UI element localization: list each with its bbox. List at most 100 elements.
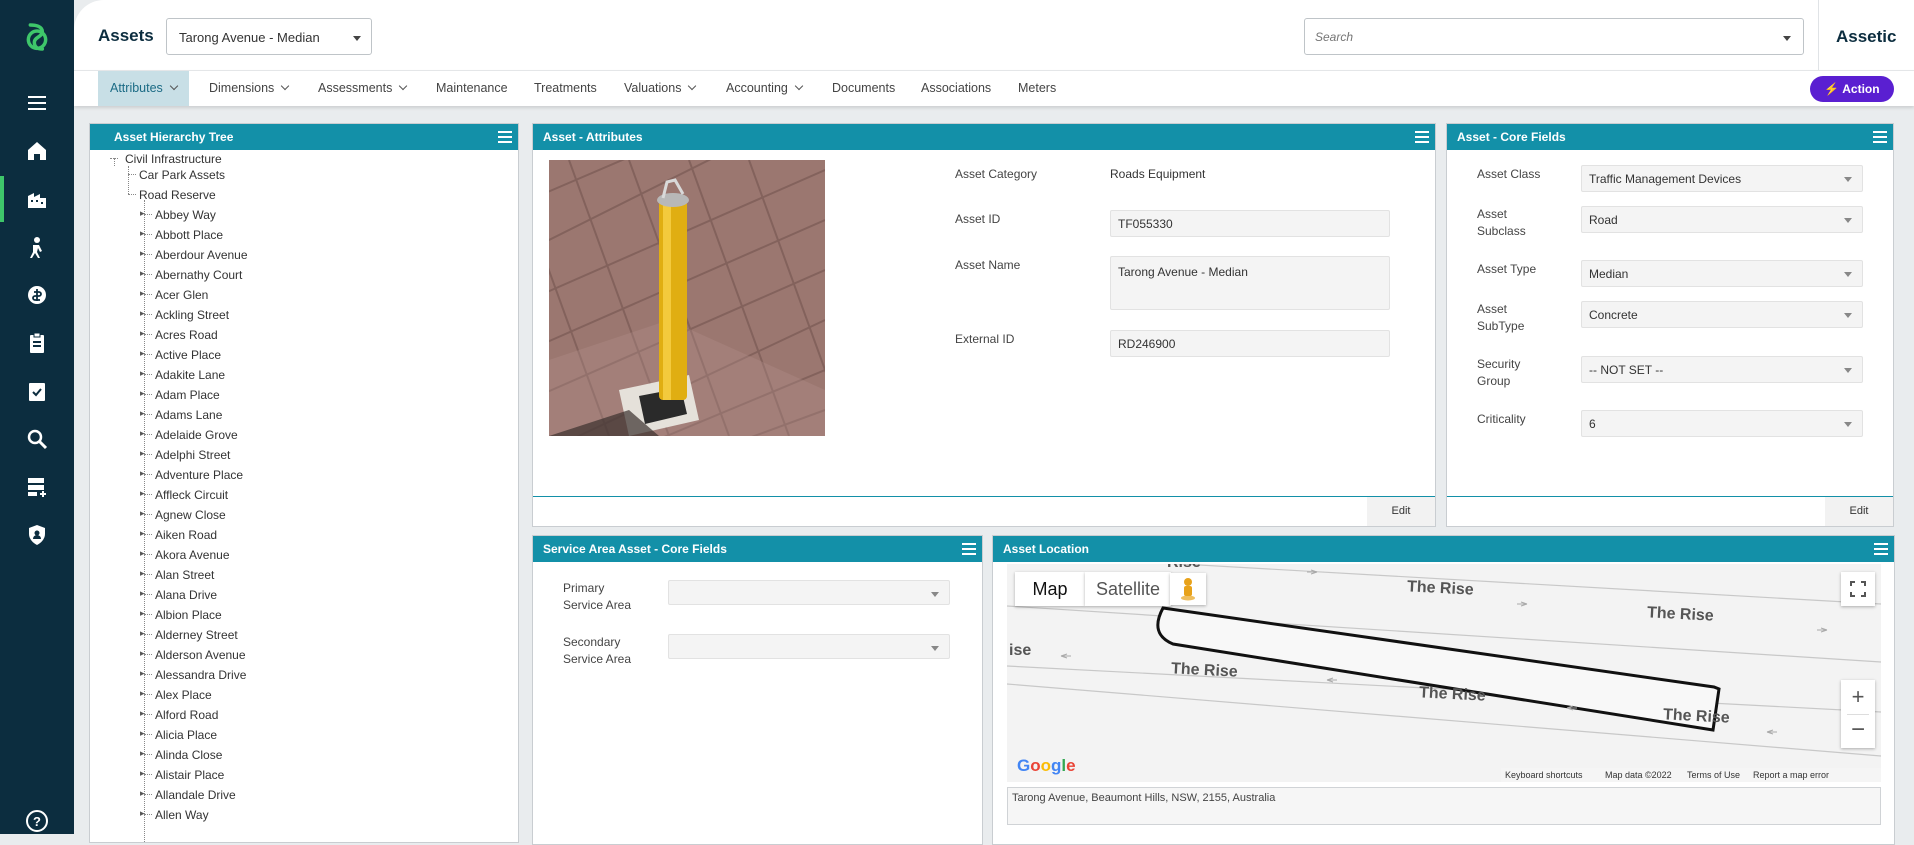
search-input[interactable] [1315, 28, 1755, 46]
clipboard-icon[interactable] [20, 326, 54, 360]
expand-icon[interactable]: ▸ [140, 768, 145, 779]
tree-node-road[interactable]: Adams Lane [155, 408, 222, 422]
primary-service-area-select[interactable] [668, 580, 950, 605]
edit-button[interactable]: Edit [1367, 497, 1435, 526]
menu-icon[interactable] [20, 86, 54, 120]
task-icon[interactable] [20, 374, 54, 408]
tree-node-road[interactable]: Abbey Way [155, 208, 216, 222]
hamburger-menu-icon[interactable] [1874, 543, 1888, 555]
tab-treatments[interactable]: Treatments [534, 71, 597, 106]
map-view[interactable]: The Rise The Rise The Rise The Rise The … [1007, 564, 1881, 782]
address-field[interactable]: Tarong Avenue, Beaumont Hills, NSW, 2155… [1007, 787, 1881, 825]
tree-node-road[interactable]: Alessandra Drive [155, 668, 246, 682]
expand-icon[interactable]: ▸ [140, 608, 145, 619]
tree-node-road[interactable]: Alicia Place [155, 728, 217, 742]
asset-type-select[interactable]: Median [1581, 260, 1863, 287]
map-type-map-button[interactable]: Map [1015, 572, 1085, 606]
action-button[interactable]: ⚡ Action [1810, 76, 1894, 102]
asset-subtype-select[interactable]: Concrete [1581, 301, 1863, 328]
assetic-logo-icon[interactable] [20, 20, 54, 54]
tree-node-road[interactable]: Adam Place [155, 388, 220, 402]
tab-valuations[interactable]: Valuations [624, 71, 697, 106]
tree-node-road[interactable]: Aberdour Avenue [155, 248, 248, 262]
expand-icon[interactable]: ▸ [140, 408, 145, 419]
tree-node-root[interactable]: Civil Infrastructure [125, 152, 222, 166]
tree-node-road[interactable]: Alinda Close [155, 748, 222, 762]
expand-icon[interactable]: ▸ [140, 808, 145, 819]
expand-icon[interactable]: ▸ [140, 528, 145, 539]
tree-node-road[interactable]: Abbott Place [155, 228, 223, 242]
expand-icon[interactable]: ▸ [140, 728, 145, 739]
hamburger-menu-icon[interactable] [498, 131, 512, 143]
worker-icon[interactable] [20, 230, 54, 264]
tab-dimensions[interactable]: Dimensions [209, 71, 290, 106]
zoom-in-icon[interactable]: + [1841, 680, 1875, 714]
asset-selector[interactable]: Tarong Avenue - Median [166, 18, 372, 55]
report-error-link[interactable]: Report a map error [1753, 770, 1829, 780]
secondary-service-area-select[interactable] [668, 634, 950, 659]
tree-node-road[interactable]: Akora Avenue [155, 548, 230, 562]
tree-node-road[interactable]: Adelaide Grove [155, 428, 238, 442]
tree-node-road[interactable]: Alana Drive [155, 588, 217, 602]
tree-node-road[interactable]: Alistair Place [155, 768, 224, 782]
hamburger-menu-icon[interactable] [1415, 131, 1429, 143]
edit-button[interactable]: Edit [1825, 497, 1893, 526]
map-type-satellite-button[interactable]: Satellite [1085, 572, 1171, 606]
expand-icon[interactable]: ▸ [140, 208, 145, 219]
expand-icon[interactable]: ▸ [140, 708, 145, 719]
tree-node-road[interactable]: Affleck Circuit [155, 488, 228, 502]
tab-attributes[interactable]: Attributes [98, 71, 189, 106]
tree-node-road[interactable]: Adventure Place [155, 468, 243, 482]
tab-meters[interactable]: Meters [1018, 71, 1056, 106]
pegman-icon[interactable] [1170, 573, 1206, 605]
tree-node-road[interactable]: Ackling Street [155, 308, 229, 322]
expand-icon[interactable]: ▸ [140, 328, 145, 339]
expand-icon[interactable]: ▸ [140, 488, 145, 499]
expand-icon[interactable]: ▸ [140, 548, 145, 559]
building-icon[interactable] [20, 182, 54, 216]
keyboard-shortcuts-link[interactable]: Keyboard shortcuts [1505, 770, 1583, 780]
expand-icon[interactable]: ▸ [140, 348, 145, 359]
tab-assessments[interactable]: Assessments [318, 71, 408, 106]
search-icon[interactable] [20, 422, 54, 456]
expand-icon[interactable]: ▸ [140, 228, 145, 239]
tab-accounting[interactable]: Accounting [726, 71, 804, 106]
expand-icon[interactable]: ▸ [140, 508, 145, 519]
tree-node-road[interactable]: Acres Road [155, 328, 218, 342]
expand-icon[interactable]: ▸ [140, 268, 145, 279]
hamburger-menu-icon[interactable] [962, 543, 976, 555]
expand-icon[interactable]: ▸ [140, 428, 145, 439]
expand-icon[interactable]: ▸ [140, 748, 145, 759]
terms-link[interactable]: Terms of Use [1687, 770, 1740, 780]
expand-icon[interactable]: ▸ [140, 308, 145, 319]
tree-node-road[interactable]: Aiken Road [155, 528, 217, 542]
asset-subclass-select[interactable]: Road [1581, 206, 1863, 233]
tree-node-road[interactable]: Abernathy Court [155, 268, 242, 282]
help-icon[interactable]: ? [20, 804, 54, 838]
chevron-down-icon[interactable] [1783, 36, 1791, 41]
tree-node-road[interactable]: Acer Glen [155, 288, 208, 302]
expand-icon[interactable]: ▸ [140, 368, 145, 379]
expand-icon[interactable]: ▸ [140, 648, 145, 659]
tree-node-road[interactable]: Alderney Street [155, 628, 238, 642]
tree-node-road[interactable]: Allandale Drive [155, 788, 236, 802]
tree-node-road[interactable]: Active Place [155, 348, 221, 362]
search-box[interactable] [1304, 18, 1804, 55]
asset-name-field[interactable]: Tarong Avenue - Median [1110, 256, 1390, 310]
tree-node-road[interactable]: Allen Way [155, 808, 209, 822]
expand-icon[interactable]: ▸ [140, 388, 145, 399]
tree-node-road[interactable]: Albion Place [155, 608, 222, 622]
tab-maintenance[interactable]: Maintenance [436, 71, 508, 106]
tab-documents[interactable]: Documents [832, 71, 895, 106]
fullscreen-icon[interactable] [1841, 572, 1875, 606]
expand-icon[interactable]: ▸ [140, 588, 145, 599]
asset-class-select[interactable]: Traffic Management Devices [1581, 165, 1863, 192]
shield-icon[interactable] [20, 518, 54, 552]
security-group-select[interactable]: -- NOT SET -- [1581, 356, 1863, 383]
budget-icon[interactable] [20, 278, 54, 312]
expand-icon[interactable]: ▸ [140, 788, 145, 799]
zoom-out-icon[interactable]: − [1841, 715, 1875, 748]
expand-icon[interactable]: ▸ [140, 668, 145, 679]
tab-associations[interactable]: Associations [921, 71, 991, 106]
expand-icon[interactable]: ▸ [140, 688, 145, 699]
